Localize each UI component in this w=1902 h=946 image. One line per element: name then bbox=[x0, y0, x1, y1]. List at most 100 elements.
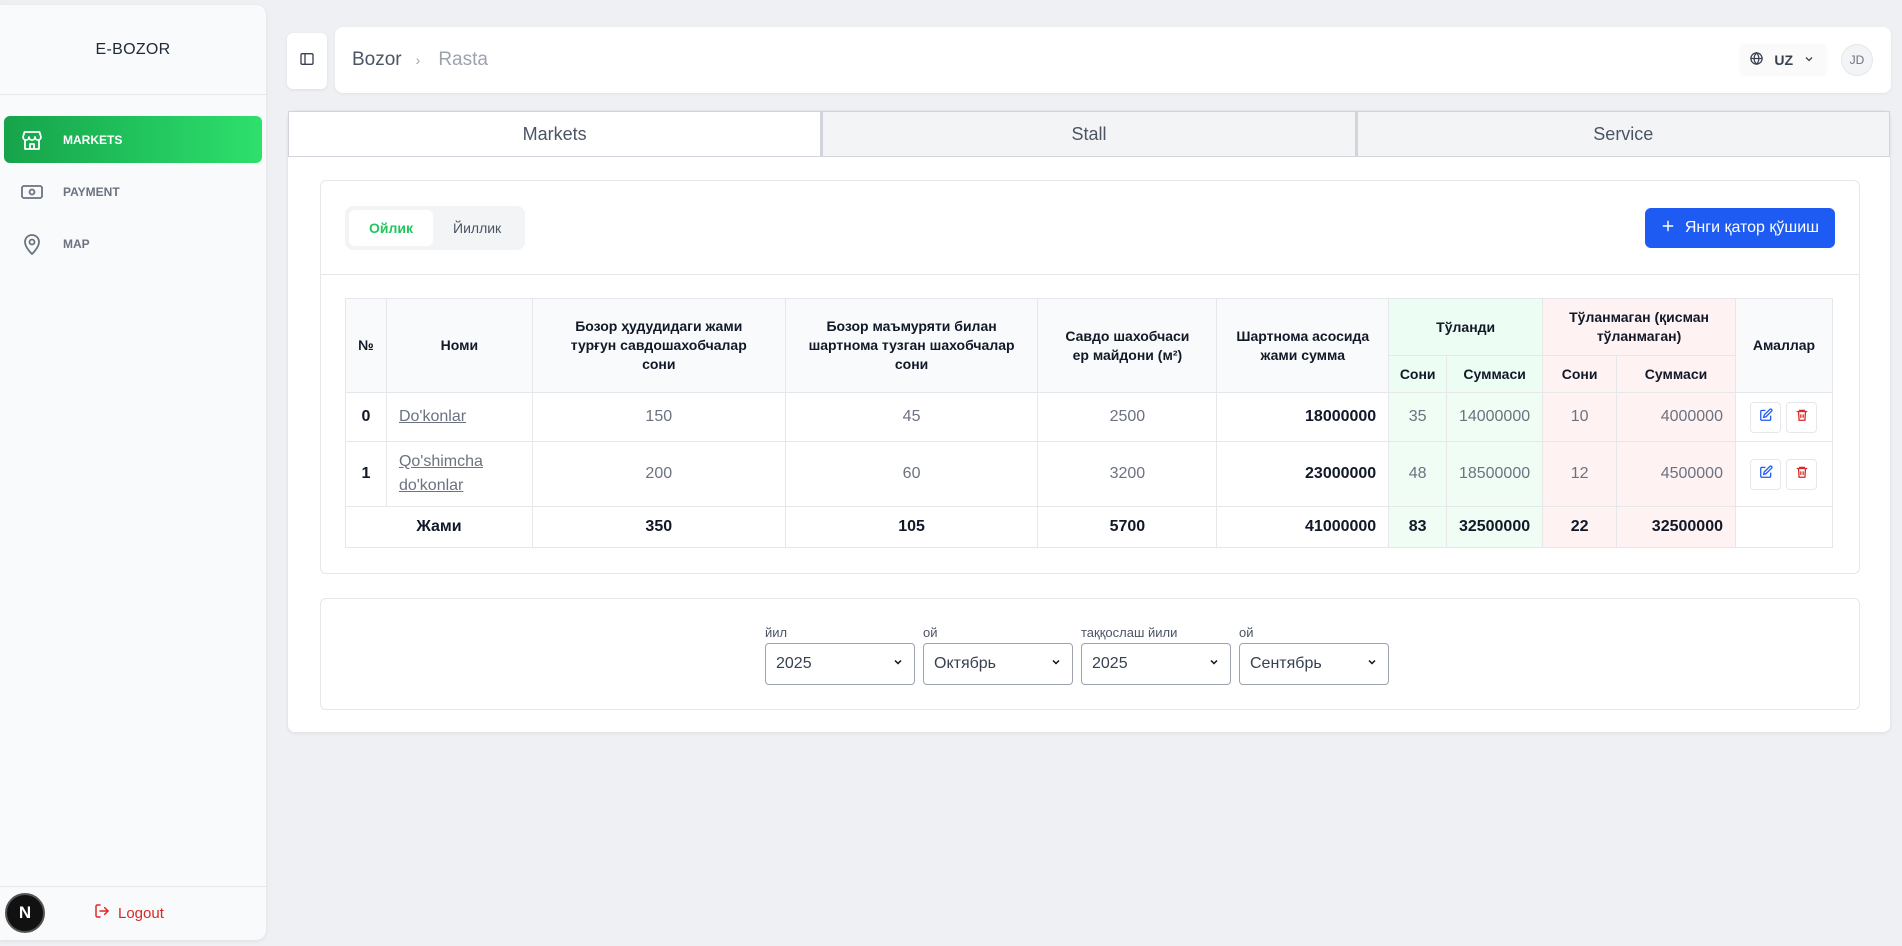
breadcrumb-rasta[interactable]: Rasta bbox=[438, 49, 488, 71]
total-unpaid-count: 22 bbox=[1542, 506, 1618, 548]
filter-compare-month-label: ой bbox=[1239, 625, 1254, 640]
cell-contract-sellers: 45 bbox=[784, 392, 1039, 442]
col-header-paid-amount: Суммаси bbox=[1446, 355, 1544, 393]
col-header-contract-sum: Шартнома асосида жами сумма bbox=[1216, 298, 1390, 393]
cell-paid-amount: 18500000 bbox=[1446, 441, 1544, 507]
filter-year-label: йил bbox=[765, 625, 788, 640]
col-header-unpaid-count: Сони bbox=[1542, 355, 1618, 393]
cell-unpaid-count: 10 bbox=[1542, 392, 1618, 442]
col-header-paid-count: Сони bbox=[1388, 355, 1448, 393]
cell-actions bbox=[1734, 441, 1834, 507]
tab-service[interactable]: Service bbox=[1355, 111, 1890, 157]
cell-name: Do'konlar bbox=[385, 392, 533, 442]
cell-unpaid-amount: 4000000 bbox=[1616, 392, 1736, 442]
total-contract-sum: 41000000 bbox=[1216, 506, 1390, 548]
compare-year-select[interactable]: 2025 bbox=[1081, 643, 1231, 685]
cell-area: 3200 bbox=[1037, 441, 1218, 507]
col-header-area: Савдо шахобчаси ер майдони (м²) bbox=[1037, 298, 1218, 393]
total-area: 5700 bbox=[1037, 506, 1218, 548]
delete-button[interactable] bbox=[1786, 401, 1818, 433]
banknote-icon bbox=[20, 180, 48, 204]
compare-month-select[interactable]: Сентябрь bbox=[1239, 643, 1389, 685]
sidebar-item-payment[interactable]: PAYMENT bbox=[4, 168, 262, 215]
map-pin-icon bbox=[20, 232, 48, 256]
cell-contract-sellers: 60 bbox=[784, 441, 1039, 507]
logout-label: Logout bbox=[118, 904, 164, 922]
compare-year-select-value: 2025 bbox=[1092, 655, 1128, 672]
cell-unpaid-count: 12 bbox=[1542, 441, 1618, 507]
markets-table: № Номи Бозор ҳудудидаги жами турғун савд… bbox=[345, 298, 1834, 548]
year-select-value: 2025 bbox=[776, 655, 812, 672]
sidebar-item-label: MARKETS bbox=[63, 132, 123, 147]
cell-actions bbox=[1734, 392, 1834, 442]
trash-icon bbox=[1795, 408, 1809, 427]
header-actions: UZ JD bbox=[1739, 44, 1873, 76]
panel-left-icon bbox=[299, 51, 315, 72]
total-actions-empty bbox=[1734, 506, 1834, 548]
sidebar-item-label: MAP bbox=[63, 236, 90, 251]
sidebar-item-markets[interactable]: MARKETS bbox=[4, 116, 262, 163]
tab-stall[interactable]: Stall bbox=[821, 111, 1356, 157]
cell-paid-amount: 14000000 bbox=[1446, 392, 1544, 442]
chevron-down-icon bbox=[1208, 655, 1220, 673]
row-name-link[interactable]: Qo'shimcha do'konlar bbox=[399, 453, 483, 494]
chevron-down-icon bbox=[1050, 655, 1062, 673]
language-code: UZ bbox=[1774, 52, 1793, 68]
report-card: Ойлик Йиллик Янги қатор қўшиш № Номи Боз… bbox=[320, 180, 1860, 574]
language-select[interactable]: UZ bbox=[1739, 44, 1827, 76]
col-header-actions: Амаллар bbox=[1734, 298, 1834, 393]
chevron-down-icon bbox=[1803, 52, 1815, 68]
avatar[interactable]: JD bbox=[1841, 44, 1873, 76]
filter-month-label: ой bbox=[923, 625, 938, 640]
table-row: 1 Qo'shimcha do'konlar 200 60 3200 23000… bbox=[345, 441, 1834, 507]
period-yearly-button[interactable]: Йиллик bbox=[433, 210, 521, 246]
delete-button[interactable] bbox=[1786, 458, 1818, 490]
sidebar: E-BOZOR MARKETS PAYMENT MAP Logout bbox=[0, 5, 266, 940]
sidebar-item-label: PAYMENT bbox=[63, 184, 120, 199]
add-row-button[interactable]: Янги қатор қўшиш bbox=[1644, 208, 1835, 248]
main-panel: Markets Stall Service Ойлик Йиллик Янги … bbox=[287, 110, 1891, 733]
edit-button[interactable] bbox=[1750, 458, 1782, 490]
total-sellers: 350 bbox=[531, 506, 786, 548]
tab-markets[interactable]: Markets bbox=[288, 111, 822, 157]
col-header-no: № bbox=[345, 298, 387, 393]
totals-label: Жами bbox=[345, 506, 533, 548]
col-header-paid: Тўланди bbox=[1388, 298, 1544, 356]
totals-row: Жами 350 105 5700 41000000 83 32500000 2… bbox=[345, 506, 1834, 548]
table-row: 0 Do'konlar 150 45 2500 18000000 35 1400… bbox=[345, 392, 1834, 442]
breadcrumb-bozor[interactable]: Bozor bbox=[352, 49, 402, 71]
cell-no: 0 bbox=[345, 392, 387, 442]
logout-icon bbox=[94, 903, 110, 923]
sidebar-nav: MARKETS PAYMENT MAP bbox=[0, 95, 266, 267]
edit-button[interactable] bbox=[1750, 401, 1782, 433]
col-header-name: Номи bbox=[385, 298, 533, 393]
filter-month: ой Октябрь bbox=[923, 625, 1073, 685]
filter-year: йил 2025 bbox=[765, 625, 915, 685]
month-select[interactable]: Октябрь bbox=[923, 643, 1073, 685]
globe-icon bbox=[1749, 51, 1764, 69]
add-row-label: Янги қатор қўшиш bbox=[1684, 219, 1819, 236]
period-toggle: Ойлик Йиллик bbox=[345, 206, 526, 250]
year-select[interactable]: 2025 bbox=[765, 643, 915, 685]
cell-no: 1 bbox=[345, 441, 387, 507]
trash-icon bbox=[1795, 465, 1809, 484]
logout-button[interactable]: Logout bbox=[94, 903, 164, 923]
col-header-unpaid-amount: Суммаси bbox=[1616, 355, 1736, 393]
chevron-down-icon bbox=[892, 655, 904, 673]
filter-panel: йил 2025 ой Октябрь таққослаш йили 2025 … bbox=[320, 598, 1860, 710]
period-monthly-button[interactable]: Ойлик bbox=[349, 210, 434, 246]
sidebar-item-map[interactable]: MAP bbox=[4, 220, 262, 267]
cell-paid-count: 48 bbox=[1388, 441, 1448, 507]
row-name-link[interactable]: Do'konlar bbox=[399, 408, 466, 425]
top-header: Bozor › Rasta UZ JD bbox=[335, 27, 1891, 93]
edit-icon bbox=[1759, 407, 1773, 427]
filter-compare-year-label: таққослаш йили bbox=[1081, 625, 1178, 640]
cell-paid-count: 35 bbox=[1388, 392, 1448, 442]
cell-contract-sum: 18000000 bbox=[1216, 392, 1390, 442]
brand-logo: E-BOZOR bbox=[0, 5, 266, 95]
plus-icon bbox=[1661, 219, 1675, 238]
total-paid-count: 83 bbox=[1388, 506, 1448, 548]
filter-compare-year: таққослаш йили 2025 bbox=[1081, 625, 1231, 685]
sidebar-toggle-button[interactable] bbox=[287, 33, 327, 89]
dev-badge[interactable]: N bbox=[5, 893, 45, 933]
